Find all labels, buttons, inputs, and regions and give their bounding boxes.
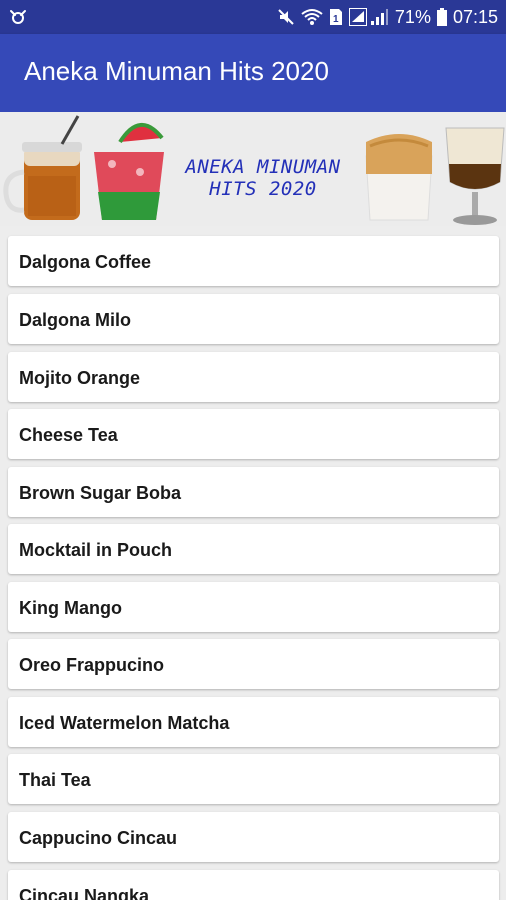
list-item[interactable]: Oreo Frappucino bbox=[8, 639, 499, 689]
list-item-label: Dalgona Milo bbox=[19, 310, 131, 330]
banner-caption: ANEKA MINUMAN HITS 2020 bbox=[168, 156, 358, 200]
battery-icon bbox=[436, 8, 447, 26]
list-item-label: Oreo Frappucino bbox=[19, 655, 165, 675]
list-item-label: Mojito Orange bbox=[19, 368, 140, 388]
list-item[interactable]: Brown Sugar Boba bbox=[8, 467, 499, 517]
notification-icon bbox=[8, 8, 28, 26]
list-item[interactable]: Iced Watermelon Matcha bbox=[8, 697, 499, 747]
list-item[interactable]: Dalgona Milo bbox=[8, 294, 499, 344]
banner-line1: ANEKA MINUMAN bbox=[185, 156, 341, 178]
watermelon-glass-illustration bbox=[94, 123, 164, 220]
list-item[interactable]: King Mango bbox=[8, 582, 499, 632]
app-title: Aneka Minuman Hits 2020 bbox=[24, 56, 329, 86]
list-item-label: Mocktail in Pouch bbox=[19, 540, 173, 560]
list-item[interactable]: Mocktail in Pouch bbox=[8, 524, 499, 574]
banner-line2: HITS 2020 bbox=[209, 178, 317, 200]
list-item[interactable]: Cappucino Cincau bbox=[8, 812, 499, 862]
list-item[interactable]: Mojito Orange bbox=[8, 352, 499, 402]
clock: 07:15 bbox=[452, 6, 498, 27]
svg-text:1: 1 bbox=[333, 14, 339, 25]
list-item[interactable]: Dalgona Coffee bbox=[8, 236, 499, 286]
list-item-label: Thai Tea bbox=[19, 770, 91, 790]
drink-list: Dalgona Coffee Dalgona Milo Mojito Orang… bbox=[0, 226, 506, 900]
app-bar: Aneka Minuman Hits 2020 bbox=[0, 34, 506, 112]
boba-glass-illustration bbox=[445, 127, 505, 225]
mute-icon bbox=[277, 8, 295, 26]
dalgona-glass-illustration bbox=[365, 134, 433, 221]
banner-image: ANEKA MINUMAN HITS 2020 bbox=[0, 112, 506, 226]
thai-tea-jar-illustration bbox=[3, 115, 82, 220]
list-item-label: Brown Sugar Boba bbox=[19, 483, 182, 503]
list-item-label: Cheese Tea bbox=[19, 425, 118, 445]
list-item[interactable]: Cheese Tea bbox=[8, 409, 499, 459]
status-bar: 1 71% 07:15 bbox=[0, 0, 506, 34]
list-item-label: Dalgona Coffee bbox=[19, 252, 152, 272]
list-item-label: Cincau Nangka bbox=[19, 886, 150, 900]
list-item[interactable]: Cincau Nangka bbox=[8, 870, 499, 900]
list-item-label: Iced Watermelon Matcha bbox=[19, 713, 230, 733]
list-item-label: King Mango bbox=[19, 598, 122, 618]
battery-percent: 71% bbox=[394, 6, 431, 27]
list-item-label: Cappucino Cincau bbox=[19, 828, 178, 848]
wifi-icon bbox=[301, 8, 323, 26]
list-item[interactable]: Thai Tea bbox=[8, 754, 499, 804]
signal-icon bbox=[348, 8, 389, 26]
sim-icon: 1 bbox=[329, 8, 343, 26]
